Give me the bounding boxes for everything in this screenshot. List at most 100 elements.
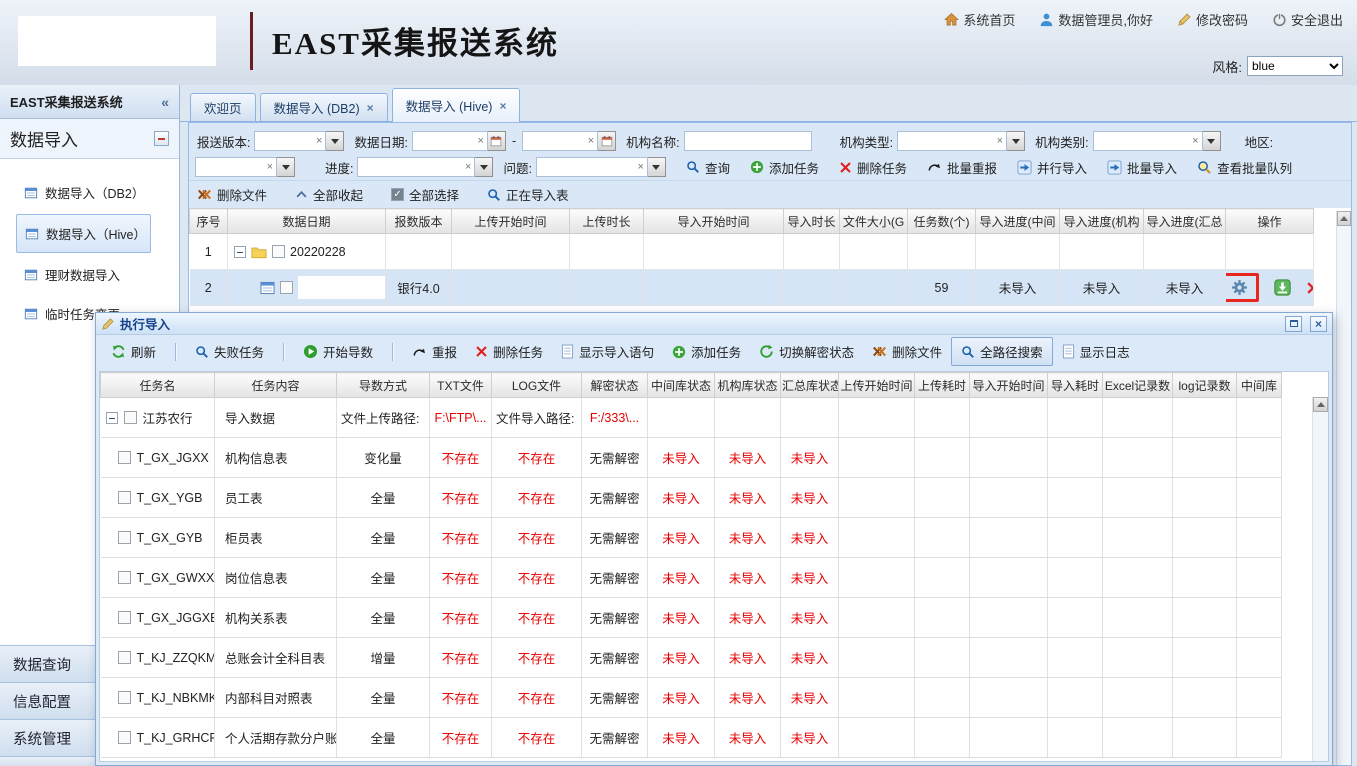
dropdown-icon[interactable] [277, 157, 295, 177]
calendar-icon[interactable] [488, 131, 506, 151]
task-row[interactable]: T_KJ_ZZQKM 总账会计全科目表 增量 不存在 不存在 无需解密 未导入 … [101, 638, 1282, 678]
batch-import-button[interactable]: 批量导入 [1107, 158, 1177, 177]
col-upload-duration[interactable]: 上传时长 [570, 209, 644, 234]
col-task-content[interactable]: 任务内容 [215, 373, 337, 398]
task-checkbox[interactable] [118, 531, 131, 544]
task-checkbox[interactable] [118, 571, 131, 584]
org-name-input[interactable] [684, 131, 812, 151]
select-all-toggle[interactable]: 全部选择 [391, 185, 459, 204]
col-mid-db[interactable]: 中间库 [1237, 373, 1282, 398]
tab-import-db2[interactable]: 数据导入 (DB2) × [260, 93, 388, 121]
col-import-duration[interactable]: 导入时长 [784, 209, 840, 234]
collapse-group-icon[interactable] [106, 412, 118, 424]
importing-tables-button[interactable]: 正在导入表 [487, 185, 569, 204]
delete-file-button[interactable]: 删除文件 [863, 338, 951, 365]
collapse-section-icon[interactable] [154, 131, 169, 146]
org-category-combo[interactable]: × [1093, 131, 1221, 151]
main-grid-scrollbar[interactable] [1336, 211, 1351, 765]
issue-combo[interactable]: × [536, 157, 666, 177]
dialog-scrollbar[interactable] [1312, 397, 1328, 761]
col-task-count[interactable]: 任务数(个) [908, 209, 976, 234]
task-row[interactable]: T_GX_YGB 员工表 全量 不存在 不存在 无需解密 未导入 未导入 未导入 [101, 478, 1282, 518]
download-icon[interactable] [1274, 279, 1291, 296]
close-icon[interactable]: × [1310, 316, 1327, 332]
table-row[interactable]: 1 20220228 [190, 234, 1314, 270]
dropdown-icon[interactable] [1203, 131, 1221, 151]
col-txt-file[interactable]: TXT文件 [430, 373, 492, 398]
row-checkbox[interactable] [272, 245, 285, 258]
task-row[interactable]: T_KJ_GRHCFZ 个人活期存款分户账 全量 不存在 不存在 无需解密 未导… [101, 718, 1282, 758]
sidebar-item-hive[interactable]: 数据导入（Hive） [16, 214, 151, 253]
show-log-button[interactable]: 显示日志 [1053, 338, 1139, 365]
task-checkbox[interactable] [118, 451, 131, 464]
tab-import-hive[interactable]: 数据导入 (Hive) × [392, 88, 521, 122]
col-mid-db-status[interactable]: 中间库状态 [648, 373, 715, 398]
col-import-start[interactable]: 导入开始时间 [970, 373, 1048, 398]
collapse-row-icon[interactable] [234, 246, 246, 258]
task-row[interactable]: T_GX_JGGXB 机构关系表 全量 不存在 不存在 无需解密 未导入 未导入… [101, 598, 1282, 638]
row-checkbox[interactable] [280, 281, 293, 294]
org-type-combo[interactable]: × [897, 131, 1025, 151]
add-task-button[interactable]: 添加任务 [663, 338, 750, 365]
group-checkbox[interactable] [124, 411, 137, 424]
scroll-up-icon[interactable] [1313, 397, 1328, 412]
col-version[interactable]: 报数版本 [386, 209, 452, 234]
col-progress-org[interactable]: 导入进度(机构 [1060, 209, 1144, 234]
rereport-button[interactable]: 重报 [403, 338, 466, 365]
col-progress-sum[interactable]: 导入进度(汇总 [1144, 209, 1226, 234]
col-operations[interactable]: 操作 [1226, 209, 1314, 234]
col-seq[interactable]: 序号 [190, 209, 228, 234]
unlabeled-combo[interactable]: × [195, 157, 295, 177]
dropdown-icon[interactable] [475, 157, 493, 177]
task-row[interactable]: T_GX_GYB 柜员表 全量 不存在 不存在 无需解密 未导入 未导入 未导入 [101, 518, 1282, 558]
view-batch-queue-button[interactable]: 查看批量队列 [1197, 158, 1292, 177]
task-checkbox[interactable] [118, 491, 131, 504]
date-from-field[interactable]: × [412, 131, 506, 151]
progress-combo[interactable]: × [357, 157, 493, 177]
col-log-count[interactable]: log记录数 [1173, 373, 1237, 398]
task-group-row[interactable]: 江苏农行 导入数据 文件上传路径: F:\FTP\... 文件导入路径: F:/… [101, 398, 1282, 438]
scroll-up-icon[interactable] [1337, 211, 1351, 226]
col-file-size[interactable]: 文件大小(G [840, 209, 908, 234]
logout-link[interactable]: 安全退出 [1272, 10, 1343, 29]
col-import-time[interactable]: 导入耗时 [1048, 373, 1103, 398]
sidebar-collapse-icon[interactable]: « [161, 94, 169, 110]
col-decrypt-status[interactable]: 解密状态 [582, 373, 648, 398]
col-progress-mid[interactable]: 导入进度(中间 [976, 209, 1060, 234]
dropdown-icon[interactable] [1007, 131, 1025, 151]
task-checkbox[interactable] [118, 611, 131, 624]
home-link[interactable]: 系统首页 [944, 10, 1015, 29]
full-path-search-button[interactable]: 全路径搜索 [951, 337, 1053, 366]
col-upload-start[interactable]: 上传开始时间 [452, 209, 570, 234]
maximize-icon[interactable] [1285, 316, 1302, 332]
task-row[interactable]: T_GX_JGXX 机构信息表 变化量 不存在 不存在 无需解密 未导入 未导入… [101, 438, 1282, 478]
batch-rereport-button[interactable]: 批量重报 [927, 158, 997, 177]
report-version-combo[interactable]: × [254, 131, 344, 151]
col-import-start[interactable]: 导入开始时间 [644, 209, 784, 234]
sidebar-section-data-import[interactable]: 数据导入 [0, 119, 179, 159]
add-task-button[interactable]: 添加任务 [750, 158, 819, 177]
close-tab-icon[interactable]: × [499, 99, 506, 113]
user-greeting[interactable]: 数据管理员,你好 [1039, 10, 1153, 29]
collapse-all-button[interactable]: 全部收起 [295, 185, 363, 204]
calendar-icon[interactable] [598, 131, 616, 151]
failed-tasks-button[interactable]: 失败任务 [186, 338, 273, 365]
checkbox-checked-icon[interactable] [391, 188, 404, 201]
col-excel-count[interactable]: Excel记录数 [1103, 373, 1173, 398]
col-import-mode[interactable]: 导数方式 [337, 373, 430, 398]
change-password-link[interactable]: 修改密码 [1177, 10, 1248, 29]
col-data-date[interactable]: 数据日期 [228, 209, 386, 234]
sidebar-item-db2[interactable]: 数据导入（DB2） [0, 173, 179, 212]
date-to-field[interactable]: × [522, 131, 616, 151]
col-upload-time[interactable]: 上传耗时 [915, 373, 970, 398]
task-row[interactable]: T_KJ_NBKMKJ 内部科目对照表 全量 不存在 不存在 无需解密 未导入 … [101, 678, 1282, 718]
tab-welcome[interactable]: 欢迎页 [190, 93, 256, 121]
show-import-sql-button[interactable]: 显示导入语句 [552, 338, 663, 365]
col-upload-start[interactable]: 上传开始时间 [839, 373, 915, 398]
query-button[interactable]: 查询 [686, 158, 730, 177]
toggle-decrypt-button[interactable]: 切换解密状态 [750, 338, 863, 365]
refresh-button[interactable]: 刷新 [102, 338, 165, 365]
col-org-db-status[interactable]: 机构库状态 [715, 373, 781, 398]
table-row-selected[interactable]: 2 银行4.0 59 未导入 未导入 未导入 [190, 270, 1314, 306]
sidebar-item-licai[interactable]: 理财数据导入 [0, 255, 179, 294]
